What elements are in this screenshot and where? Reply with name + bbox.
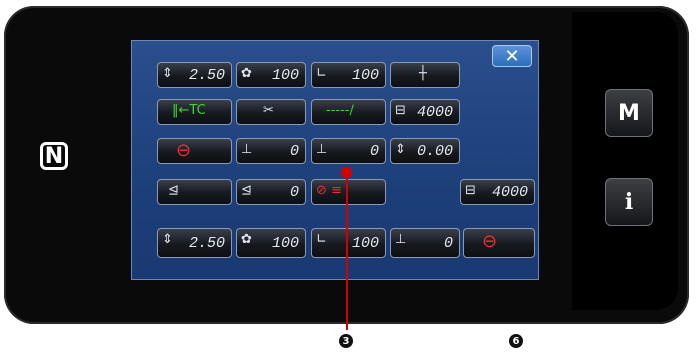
button-value: 0: [443, 234, 453, 252]
stitch-count-icon: ⊴: [241, 183, 252, 198]
speed-icon: ⊟: [395, 103, 406, 118]
alt-feed-pitch-button[interactable]: ⇕ 2.50: [157, 228, 232, 258]
needle-height-button[interactable]: ⇕ 0.00: [390, 138, 460, 164]
stitch-line-icon: -----∕: [326, 103, 354, 118]
button-value: 100: [351, 234, 379, 252]
condensed-stitch-icon: ⊖: [176, 140, 192, 161]
right-button-panel: [572, 12, 678, 310]
button-value: 2.50: [188, 234, 225, 252]
needle-icon: ┼: [419, 66, 427, 81]
button-value: 0: [369, 142, 379, 160]
button-value: 2.50: [188, 66, 225, 84]
presser-foot-icon: ∟: [316, 66, 327, 81]
alt-presser-foot-button[interactable]: ∟ 100: [311, 228, 386, 258]
thread-clamp-icon: ‖←TC: [172, 103, 206, 118]
button-value: 0.00: [416, 142, 453, 160]
callout-marker-3: 3: [339, 334, 353, 348]
max-speed-button[interactable]: ⊟ 4000: [460, 179, 535, 205]
alt-tension-button[interactable]: ✿ 100: [236, 228, 306, 258]
thread-trim-button[interactable]: ✂: [236, 99, 306, 125]
tension-off-icon: ⊘ ≡: [316, 183, 342, 198]
feed-icon: ⇕: [162, 66, 173, 81]
tension-off-button[interactable]: ⊘ ≡: [311, 179, 386, 205]
info-button[interactable]: i: [605, 178, 653, 226]
alt-presser-foot-icon: ∟: [316, 232, 327, 247]
feed-pitch-button[interactable]: ⇕ 2.50: [157, 62, 232, 88]
button-value: 4000: [416, 103, 453, 121]
backtack-start-icon: ⊥: [241, 142, 253, 157]
stitch-start-icon: ⊴: [168, 183, 179, 198]
end-backtack-button[interactable]: ⊥ 0: [311, 138, 386, 164]
needle-position-button[interactable]: ┼: [390, 62, 460, 88]
mode-button[interactable]: M: [605, 89, 653, 137]
alt-tension-icon: ✿: [241, 232, 252, 247]
max-speed-icon: ⊟: [465, 183, 476, 198]
callout-marker-6: 6: [509, 334, 523, 348]
alt-condensed-icon: ⊖: [482, 231, 498, 252]
alt-backtack-button[interactable]: ⊥ 0: [390, 228, 460, 258]
callout-dot-3: [341, 167, 352, 178]
alt-backtack-icon: ⊥: [395, 232, 407, 247]
needle-height-icon: ⇕: [395, 142, 406, 157]
thread-clamp-button[interactable]: ‖←TC: [157, 99, 232, 125]
nfc-icon: N: [40, 142, 68, 170]
scissors-icon: ✂: [263, 103, 274, 118]
backtack-end-icon: ⊥: [316, 142, 328, 157]
tension-button[interactable]: ✿ 100: [236, 62, 306, 88]
presser-foot-button[interactable]: ∟ 100: [311, 62, 386, 88]
stitch-count-button[interactable]: ⊴ 0: [236, 179, 306, 205]
speed-button[interactable]: ⊟ 4000: [390, 99, 460, 125]
stitch-line-button[interactable]: -----∕: [311, 99, 386, 125]
stitch-start-button[interactable]: ⊴: [157, 179, 232, 205]
button-value: 4000: [491, 183, 528, 201]
button-value: 100: [351, 66, 379, 84]
alt-condensed-stitch-button[interactable]: ⊖: [463, 228, 535, 258]
alt-feed-icon: ⇕: [162, 232, 173, 247]
tension-icon: ✿: [241, 66, 252, 81]
condensed-stitch-button[interactable]: ⊖: [157, 138, 232, 164]
button-value: 100: [271, 66, 299, 84]
close-button[interactable]: ✕: [492, 45, 532, 67]
button-value: 0: [289, 142, 299, 160]
callout-line-3: [346, 172, 348, 330]
button-value: 0: [289, 183, 299, 201]
button-value: 100: [271, 234, 299, 252]
start-backtack-button[interactable]: ⊥ 0: [236, 138, 306, 164]
